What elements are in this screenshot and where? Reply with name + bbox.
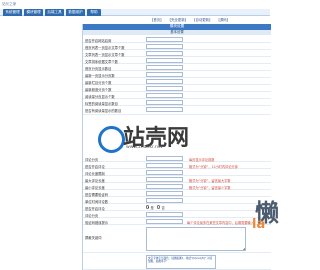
radio-yes-label: 是: [150, 206, 154, 211]
form-row: 阅读量分页显示个数: [83, 92, 271, 99]
sub-nav-auto-update[interactable]: 【自动更新】: [192, 18, 212, 22]
top-bar: 站长之家: [0, 0, 270, 7]
form-row: 验证码错误提示 每个评论最多在某些文章内容中，后期需要输入: [83, 218, 271, 225]
nav-tab-data[interactable]: 数据维护: [66, 9, 85, 16]
keywords-row: 屏蔽关键词: [83, 225, 271, 253]
row-label: 最新频道分页个数: [85, 87, 112, 92]
nav-tab-system[interactable]: 系统管理: [3, 9, 22, 16]
row-label: 验证码错误提示: [85, 220, 109, 225]
row-input[interactable]: [146, 170, 183, 175]
corner-tag: la: [252, 217, 266, 232]
row-label: 是否有阅读量显示的数目: [85, 108, 122, 113]
row-label: 是否开启网站启用: [85, 38, 112, 43]
keywords-textarea[interactable]: [146, 227, 246, 251]
row-label: 评论长度限制: [85, 171, 105, 176]
row-input[interactable]: [146, 37, 183, 42]
row-hint: 格式为“分钟”，留言最少字数: [189, 185, 231, 190]
resize-handle-icon[interactable]: [242, 247, 245, 250]
row-input[interactable]: [146, 51, 183, 56]
row-input[interactable]: [146, 191, 183, 196]
row-label: 评论分页: [85, 157, 99, 162]
form-row: 最大评论长度 格式为“分钟”，留言最大字数: [83, 176, 271, 183]
row-label: 标签的阅读量显示数目: [85, 101, 118, 106]
form-row: 最新频道分页个数: [83, 85, 271, 92]
form-row: 文章列表一页显示文章个数: [83, 50, 271, 57]
row-hint: 每页显示评论篇数: [189, 157, 215, 162]
row-input[interactable]: [146, 100, 183, 105]
row-label: 是否开启评论: [85, 206, 105, 211]
form-row: 是否有阅读量显示的数目: [83, 106, 271, 115]
radio-yes[interactable]: [146, 205, 150, 209]
nav-tab-tools[interactable]: 后端工具: [45, 9, 64, 16]
row-input[interactable]: [146, 58, 183, 63]
form-row: 标签的阅读量显示数目: [83, 99, 271, 106]
form-row: 文章排序依据文章个数: [83, 57, 271, 64]
row-input[interactable]: [146, 72, 183, 77]
app-title: 站长之家: [2, 1, 17, 6]
row-label: 首页列表一页显示文章个数: [85, 45, 125, 50]
form-row: 最小评论长度 格式为“分钟”，留言最少字数: [83, 183, 271, 190]
row-hint: 格式为“分钟”，12小时内评论分钟: [189, 164, 238, 169]
form-row: 是否开启网站启用: [83, 36, 271, 43]
row-input[interactable]: [146, 44, 183, 49]
row-label: 文章列表一页显示文章个数: [85, 52, 125, 57]
code-row: 文字字体字号颜色：插图如图1，格式"[b]xxx[/b]" 对应加粗，插图等字": [83, 254, 271, 270]
form-row: 最新一页显示分页数: [83, 71, 271, 78]
code-textarea[interactable]: 文字字体字号颜色：插图如图1，格式"[b]xxx[/b]" 对应加粗，插图等字": [146, 255, 216, 269]
row-input[interactable]: [146, 156, 183, 161]
row-hint: 格式为“分钟”，留言最大字数: [189, 178, 231, 183]
form-row: 是否开启评论 格式为“分钟”，12小时内评论分钟: [83, 162, 271, 169]
row-label: 最新栏目分页个数: [85, 80, 112, 85]
row-label: 首页分页显示数目: [85, 66, 112, 71]
row-input[interactable]: [146, 86, 183, 91]
row-label: 是否开启评论: [85, 164, 105, 169]
cloud-logo-icon: [91, 124, 127, 154]
nav-tab-modules[interactable]: 模块管理: [24, 9, 43, 16]
row-input[interactable]: [146, 93, 183, 98]
form-row: 单位时间评论数: [83, 197, 271, 204]
nav-tab-help[interactable]: 帮助: [87, 9, 101, 16]
sub-nav: 【首页】 【完全更新】 【自动更新】 【源码】: [150, 17, 233, 22]
panel-title: 模块设置: [83, 24, 271, 30]
row-input[interactable]: [146, 107, 183, 112]
form-row: 评论分页 每页显示评论篇数: [83, 155, 271, 162]
sub-nav-full-update[interactable]: 【完全更新】: [168, 18, 188, 22]
main-nav: 系统管理 模块管理 后端工具 数据维护 帮助: [0, 9, 270, 16]
watermark-url: www.zhankr.net: [126, 145, 163, 150]
code-hint: 文字字体字号颜色：插图如图1，格式"[b]xxx[/b]" 对应加粗，插图等字": [148, 257, 213, 263]
sub-nav-home[interactable]: 【首页】: [150, 18, 164, 22]
form-row: 首页分页显示数目: [83, 64, 271, 71]
row-label: 文章排序依据文章个数: [85, 59, 118, 64]
radio-no-label: 否: [161, 206, 165, 211]
row-label: 单位时间评论数: [85, 199, 109, 204]
row-input[interactable]: [146, 79, 183, 84]
section-title: 基本设置: [83, 30, 271, 35]
sub-nav-source[interactable]: 【源码】: [216, 18, 230, 22]
form-row: 评论分页: [83, 211, 271, 218]
row-input[interactable]: [146, 219, 183, 224]
row-label: 阅读量分页显示个数: [85, 94, 115, 99]
form-row: 首页列表一页显示文章个数: [83, 43, 271, 50]
row-input[interactable]: [146, 177, 183, 182]
row-input[interactable]: [146, 65, 183, 70]
row-label: 最新一页显示分页数: [85, 73, 115, 78]
row-label: 是否需要验证码: [85, 192, 109, 197]
comment-switch-row: 是否开启评论 是 否: [83, 204, 271, 211]
form-row: 最新栏目分页个数: [83, 78, 271, 85]
row-input[interactable]: [146, 198, 183, 203]
row-input[interactable]: [146, 184, 183, 189]
row-label: 最小评论长度: [85, 185, 105, 190]
row-hint: 每个评论最多在某些文章内容中，后期需要输入: [187, 220, 254, 225]
row-label: 评论分页: [85, 213, 99, 218]
row-input[interactable]: [146, 163, 183, 168]
row-label: 最大评论长度: [85, 178, 105, 183]
form-row: 是否需要验证码: [83, 190, 271, 197]
row-input[interactable]: [146, 212, 183, 217]
radio-no[interactable]: [157, 205, 161, 209]
form-row: 评论长度限制: [83, 169, 271, 176]
row-label: 屏蔽关键词: [85, 236, 102, 240]
